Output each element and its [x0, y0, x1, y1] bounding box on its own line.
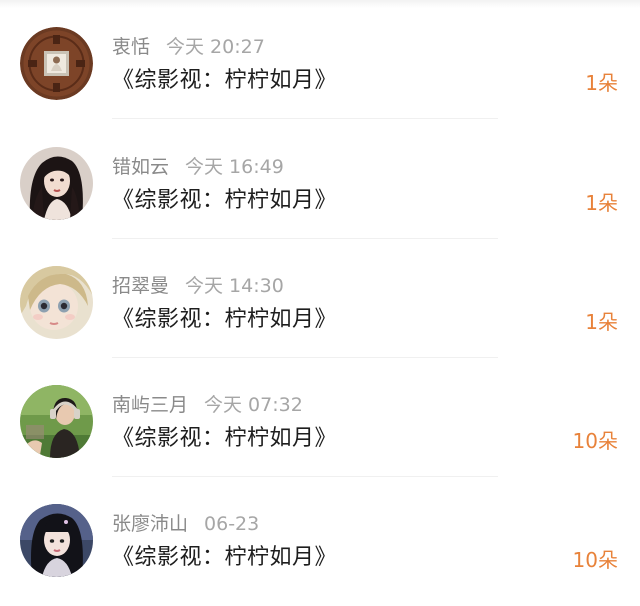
timestamp: 今天 20:27 [166, 36, 265, 58]
timestamp: 今天 07:32 [204, 394, 303, 416]
divider [112, 118, 498, 119]
item-meta: 张廖沛山 06-23 [112, 511, 259, 537]
user-name[interactable]: 错如云 [112, 156, 169, 178]
work-title[interactable]: 《综影视：柠柠如月》 [112, 186, 337, 216]
girl-bangs-avatar[interactable] [20, 504, 93, 577]
item-meta: 南屿三月 今天 07:32 [112, 392, 303, 418]
item-meta: 招翠曼 今天 14:30 [112, 273, 284, 299]
item-meta: 错如云 今天 16:49 [112, 154, 284, 180]
user-name[interactable]: 张廖沛山 [112, 513, 188, 535]
list-item[interactable]: 张廖沛山 06-23 《综影视：柠柠如月》 10朵 [0, 477, 640, 596]
doll-face-avatar[interactable] [20, 266, 93, 339]
timestamp: 今天 14:30 [185, 275, 284, 297]
work-title[interactable]: 《综影视：柠柠如月》 [112, 424, 337, 454]
girl-portrait-avatar[interactable] [20, 147, 93, 220]
coin-avatar[interactable] [20, 27, 93, 100]
gift-count: 1朵 [585, 71, 618, 95]
user-name[interactable]: 南屿三月 [112, 394, 188, 416]
work-title[interactable]: 《综影视：柠柠如月》 [112, 543, 337, 573]
list-item[interactable]: 错如云 今天 16:49 《综影视：柠柠如月》 1朵 [0, 120, 640, 239]
work-title[interactable]: 《综影视：柠柠如月》 [112, 305, 337, 335]
timestamp: 今天 16:49 [185, 156, 284, 178]
user-name[interactable]: 衷恬 [112, 36, 150, 58]
gift-count: 10朵 [572, 429, 618, 453]
gift-count: 10朵 [572, 548, 618, 572]
girl-headphones-avatar[interactable] [20, 385, 93, 458]
user-name[interactable]: 招翠曼 [112, 275, 169, 297]
gift-count: 1朵 [585, 310, 618, 334]
list-item[interactable]: 衷恬 今天 20:27 《综影视：柠柠如月》 1朵 [0, 0, 640, 119]
list-item[interactable]: 南屿三月 今天 07:32 《综影视：柠柠如月》 10朵 [0, 358, 640, 477]
gift-record-screen: 衷恬 今天 20:27 《综影视：柠柠如月》 1朵 错如云 今天 16:49 《… [0, 0, 640, 606]
list-item[interactable]: 招翠曼 今天 14:30 《综影视：柠柠如月》 1朵 [0, 239, 640, 358]
timestamp: 06-23 [204, 513, 260, 535]
work-title[interactable]: 《综影视：柠柠如月》 [112, 66, 337, 96]
gift-count: 1朵 [585, 191, 618, 215]
item-meta: 衷恬 今天 20:27 [112, 34, 265, 60]
